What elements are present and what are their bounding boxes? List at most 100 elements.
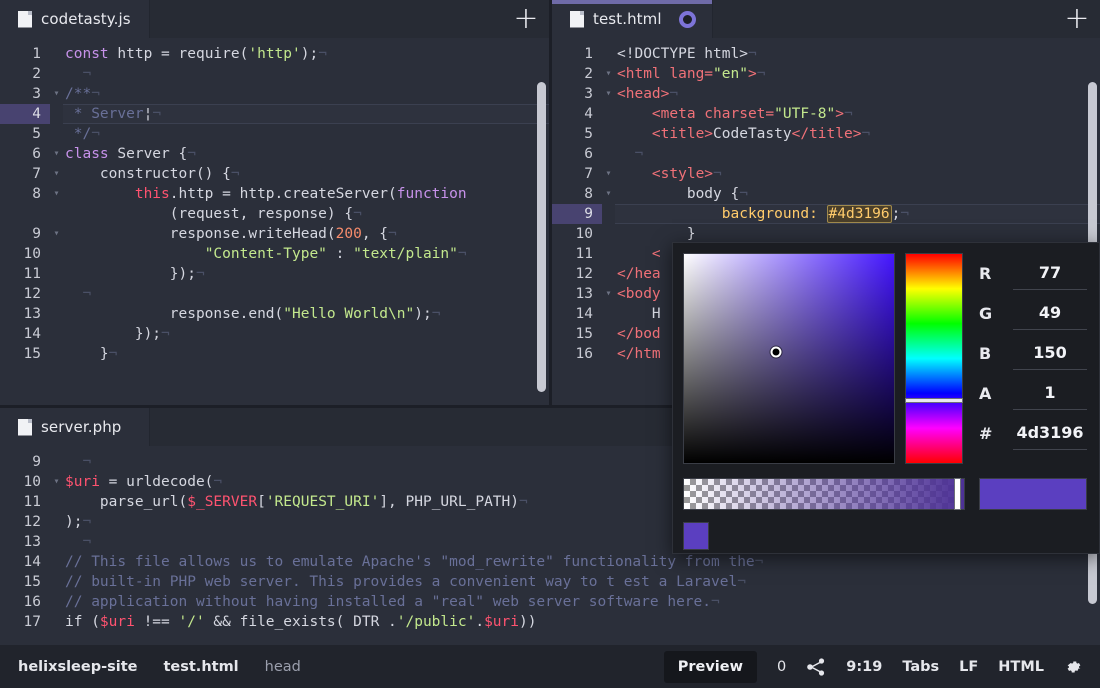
line-number: 8	[584, 186, 593, 202]
fold-toggle-icon[interactable]: ▾	[50, 164, 63, 184]
code-token: response.writeHead(	[169, 226, 336, 242]
input-r[interactable]: 77	[1013, 256, 1087, 290]
fold-toggle-icon[interactable]: ▾	[602, 164, 615, 184]
status-project-name[interactable]: helixsleep-site	[18, 659, 137, 675]
code-token: .	[475, 614, 485, 630]
status-scope[interactable]: head	[265, 659, 301, 675]
code-line[interactable]: 7 ▾ <style>¬	[552, 164, 1100, 184]
line-number: 3	[584, 86, 593, 102]
preview-button[interactable]: Preview	[663, 650, 757, 683]
code-token: CodeTasty	[713, 126, 792, 142]
alpha-slider-handle[interactable]	[954, 478, 961, 510]
code-token: ], PHP_URL_PATH)	[379, 494, 519, 510]
code-token: ¬	[65, 534, 92, 550]
alpha-slider[interactable]	[683, 478, 965, 510]
code-line-text: <meta charset="UTF-8">¬	[615, 104, 1100, 124]
code-line[interactable]: 1 const http = require('http');¬	[0, 44, 549, 64]
code-line-text: <!DOCTYPE html>¬	[615, 44, 1100, 64]
code-token: .http = http.createServer(	[169, 186, 397, 202]
tab-codetasty-js[interactable]: codetasty.js	[0, 0, 150, 38]
language-mode[interactable]: HTML	[998, 659, 1044, 675]
code-line[interactable]: 8 ▾ body {¬	[552, 184, 1100, 204]
line-ending-mode[interactable]: LF	[959, 659, 978, 675]
code-token: 'http'	[248, 46, 301, 62]
scrollbar-thumb[interactable]	[537, 82, 546, 392]
vertical-scrollbar-left[interactable]	[537, 82, 546, 399]
code-line[interactable]: 10 "Content-Type" : "text/plain"¬	[0, 244, 549, 264]
hue-slider-handle[interactable]	[905, 398, 963, 404]
fold-toggle-icon[interactable]: ▾	[50, 84, 63, 104]
code-line[interactable]: 14 // This file allows us to emulate Apac…	[0, 552, 1100, 572]
code-line[interactable]: 4 * Server¦¬	[0, 104, 549, 124]
line-number: 4	[0, 104, 50, 124]
input-hex[interactable]: 4d3196	[1013, 416, 1087, 450]
code-line[interactable]: 6 ¬	[552, 144, 1100, 164]
line-number: 14	[23, 326, 41, 342]
code-line[interactable]: 4 <meta charset="UTF-8">¬	[552, 104, 1100, 124]
code-viewport-left[interactable]: 1 const http = require('http');¬ 2 ¬ 3 ▾/**¬…	[0, 38, 549, 405]
code-line[interactable]: 10 }	[552, 224, 1100, 244]
code-line[interactable]: 2 ¬	[0, 64, 549, 84]
sv-cursor-handle[interactable]	[770, 346, 782, 358]
code-line[interactable]: 3 ▾ <head>¬	[552, 84, 1100, 104]
fold-toggle-icon[interactable]: ▾	[50, 472, 63, 492]
code-line[interactable]: 5 */¬	[0, 124, 549, 144]
code-line[interactable]: 15 }¬	[0, 344, 549, 364]
code-line[interactable]: 9 background: #4d3196 ;¬	[552, 204, 1100, 224]
color-picker-popup[interactable]: R 77 G 49 B 150 A 1 # 4d3196	[672, 242, 1100, 554]
collaborator-count: 0	[777, 658, 787, 675]
input-a[interactable]: 1	[1013, 376, 1087, 410]
fold-toggle-icon[interactable]: ▾	[50, 184, 63, 204]
new-tab-button[interactable]: +	[1054, 0, 1100, 38]
code-token: ¬	[65, 286, 92, 302]
code-line[interactable]: 3 ▾/**¬	[0, 84, 549, 104]
hue-slider[interactable]	[905, 253, 963, 464]
code-line[interactable]: 17 if ($uri !== '/' && file_exists( DTR .…	[0, 612, 1100, 632]
fold-toggle-icon[interactable]: ▾	[50, 224, 63, 244]
new-tab-button[interactable]: +	[503, 0, 549, 38]
line-number: 12	[575, 266, 593, 282]
status-file-name[interactable]: test.html	[163, 659, 238, 675]
indent-mode[interactable]: Tabs	[902, 659, 939, 675]
code-token: H	[651, 306, 661, 322]
code-line[interactable]: 11 });¬	[0, 264, 549, 284]
cursor-position[interactable]: 9:19	[846, 659, 882, 675]
code-line[interactable]: 16 // application without having installe…	[0, 592, 1100, 612]
code-line[interactable]: 13 response.end("Hello World\n");¬	[0, 304, 549, 324]
alpha-gradient	[684, 479, 964, 509]
tab-server-php[interactable]: server.php	[0, 408, 150, 446]
code-line[interactable]: 14 });¬	[0, 324, 549, 344]
tabbar-right: test.html +	[552, 0, 1100, 38]
code-line[interactable]: 1 <!DOCTYPE html>¬	[552, 44, 1100, 64]
code-line[interactable]: 5 <title>CodeTasty</title>¬	[552, 124, 1100, 144]
gear-icon[interactable]	[1064, 658, 1082, 676]
code-token: body	[686, 186, 722, 202]
recent-color-swatch[interactable]	[683, 522, 709, 550]
saturation-value-area[interactable]	[683, 253, 895, 464]
code-token: ¬	[843, 106, 853, 122]
fold-toggle-icon[interactable]: ▾	[602, 64, 615, 84]
code-line[interactable]: 12 ¬	[0, 284, 549, 304]
fold-toggle-icon[interactable]: ▾	[50, 144, 63, 164]
fold-toggle-icon[interactable]: ▾	[602, 284, 615, 304]
fold-toggle-icon[interactable]: ▾	[602, 184, 615, 204]
fold-toggle-icon[interactable]: ▾	[602, 84, 615, 104]
unsaved-changes-indicator[interactable]	[678, 10, 696, 28]
code-line[interactable]: 9 ▾ response.writeHead(200, {¬	[0, 224, 549, 244]
code-line[interactable]: 15 // built-in PHP web server. This provi…	[0, 572, 1100, 592]
code-token: ¬	[82, 514, 92, 530]
code-token: ¬	[65, 454, 92, 470]
code-line[interactable]: 2 ▾ <html lang="en">¬	[552, 64, 1100, 84]
tab-test-html[interactable]: test.html	[552, 0, 713, 38]
code-token: ¦	[143, 106, 153, 122]
input-g[interactable]: 49	[1013, 296, 1087, 330]
share-icon[interactable]	[806, 657, 826, 676]
code-line[interactable]: 6 ▾ class Server {¬	[0, 144, 549, 164]
code-line[interactable]: 7 ▾ constructor() {¬	[0, 164, 549, 184]
code-line[interactable]: (request, response) {¬	[0, 204, 549, 224]
code-line[interactable]: 8 ▾ this.http = http.createServer(functio…	[0, 184, 549, 204]
input-b[interactable]: 150	[1013, 336, 1087, 370]
